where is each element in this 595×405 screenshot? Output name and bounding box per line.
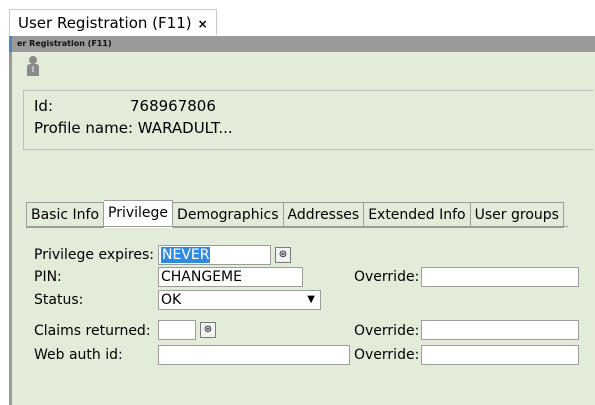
- status-select[interactable]: OK ▼: [158, 290, 321, 310]
- tab-demographics[interactable]: Demographics: [173, 202, 284, 228]
- status-value: OK: [161, 292, 182, 308]
- tab-addresses[interactable]: Addresses: [283, 202, 365, 228]
- claims-override-label: Override:: [354, 323, 420, 339]
- web-auth-override-label: Override:: [354, 347, 420, 363]
- title-bar: er Registration (F11): [9, 36, 595, 52]
- close-icon[interactable]: ×: [198, 17, 208, 31]
- left-border: [9, 52, 12, 405]
- tab-basic-info[interactable]: Basic Info: [26, 202, 105, 228]
- id-label: Id:: [34, 97, 53, 115]
- title-bar-text: er Registration (F11): [17, 39, 112, 48]
- window-tab-title: User Registration (F11): [18, 14, 192, 32]
- claims-returned-field[interactable]: [158, 320, 196, 340]
- tab-extended-info[interactable]: Extended Info: [364, 202, 471, 228]
- privilege-expires-label: Privilege expires:: [34, 247, 154, 263]
- pin-override-field[interactable]: [421, 267, 579, 287]
- pin-override-label: Override:: [354, 269, 420, 285]
- tab-user-groups[interactable]: User groups: [470, 202, 564, 228]
- profile-name-value: WARADULT...: [137, 119, 233, 137]
- calendar-picker-icon[interactable]: ⊛: [275, 247, 291, 263]
- web-auth-override-field[interactable]: [421, 345, 579, 365]
- privilege-expires-value: NEVER: [161, 247, 211, 263]
- web-auth-id-field[interactable]: [158, 345, 350, 365]
- tab-divider: [26, 226, 568, 227]
- id-value: 768967806: [130, 97, 216, 115]
- user-icon: [27, 56, 39, 76]
- id-line: Id: 768967806: [34, 97, 216, 115]
- claims-override-field[interactable]: [421, 320, 579, 340]
- status-label: Status:: [34, 292, 84, 308]
- claims-picker-icon[interactable]: ⊛: [200, 322, 216, 338]
- window-tab[interactable]: User Registration (F11) ×: [9, 9, 217, 35]
- privilege-expires-field[interactable]: NEVER: [158, 245, 271, 265]
- tab-bar: Basic Info Privilege Demographics Addres…: [26, 200, 564, 228]
- chevron-down-icon[interactable]: ▼: [307, 294, 315, 306]
- tab-privilege[interactable]: Privilege: [104, 200, 174, 228]
- web-auth-id-label: Web auth id:: [34, 347, 123, 363]
- pin-field[interactable]: CHANGEME: [158, 267, 303, 287]
- profile-line: Profile name: WARADULT...: [34, 119, 233, 137]
- title-bar-marker: [9, 36, 12, 52]
- claims-returned-label: Claims returned:: [34, 323, 151, 339]
- pin-label: PIN:: [34, 269, 62, 285]
- profile-name-label: Profile name:: [34, 119, 134, 137]
